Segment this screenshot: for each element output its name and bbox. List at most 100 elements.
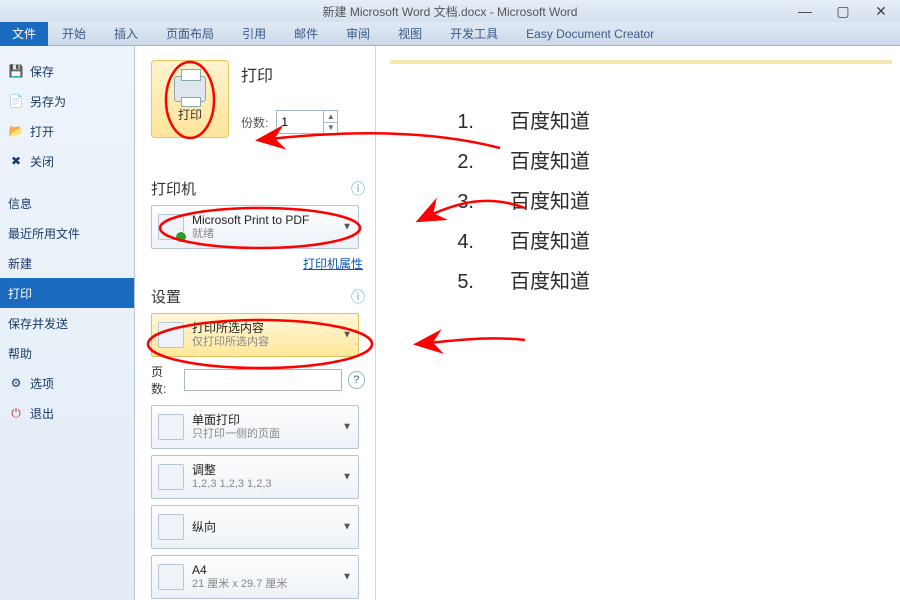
nav-savesend-label: 保存并发送 [8,315,68,332]
ribbon-tabs: 文件 开始 插入 页面布局 引用 邮件 审阅 视图 开发工具 Easy Docu… [0,22,900,46]
print-scope-select[interactable]: 打印所选内容仅打印所选内容 ▼ [151,313,359,357]
info-icon-2[interactable]: ⓘ [351,287,365,307]
orient-title: 纵向 [192,520,216,534]
print-button-label: 打印 [178,106,202,123]
nav-saveas-label: 另存为 [30,93,66,110]
chevron-down-icon: ▼ [342,472,352,483]
nav-recent[interactable]: 最近所用文件 [0,218,134,248]
save-icon: 💾 [8,63,24,79]
copies-input[interactable] [277,111,323,133]
nav-open-label: 打开 [30,123,54,140]
nav-exit-label: 退出 [30,405,54,422]
copies-label: 份数: [241,114,268,131]
nav-open[interactable]: 📂 打开 [0,116,134,146]
close-button[interactable]: ✕ [862,0,900,22]
open-icon: 📂 [8,123,24,139]
nav-savesend[interactable]: 保存并发送 [0,308,134,338]
nav-print[interactable]: 打印 [0,278,134,308]
nav-close-label: 关闭 [30,153,54,170]
info-icon[interactable]: ⓘ [351,179,365,199]
tab-mail[interactable]: 邮件 [280,21,332,46]
nav-new-label: 新建 [8,255,32,272]
copies-up[interactable]: ▲ [323,111,337,123]
list-item: 3.百度知道 [446,182,590,222]
document-content: 1.百度知道 2.百度知道 3.百度知道 4.百度知道 5.百度知道 [446,102,590,302]
list-item: 5.百度知道 [446,262,590,302]
paper-size-select[interactable]: A421 厘米 x 29.7 厘米 ▼ [151,555,359,599]
nav-info-label: 信息 [8,195,32,212]
tab-file[interactable]: 文件 [0,22,48,46]
saveas-icon: 📄 [8,93,24,109]
chevron-down-icon: ▼ [342,522,352,533]
tab-insert[interactable]: 插入 [100,21,152,46]
nav-print-label: 打印 [8,285,32,302]
backstage-nav: 💾 保存 📄 另存为 📂 打开 ✖ 关闭 信息 最近所用文件 新建 打印 保存并发送 帮… [0,46,135,600]
printer-select[interactable]: Microsoft Print to PDF就绪 ▼ [151,205,359,249]
window-title: 新建 Microsoft Word 文档.docx - Microsoft Wo… [323,3,578,20]
collate-sub: 1,2,3 1,2,3 1,2,3 [192,478,272,491]
printer-device-icon [158,214,184,240]
tab-view[interactable]: 视图 [384,21,436,46]
title-bar: 新建 Microsoft Word 文档.docx - Microsoft Wo… [0,0,900,22]
nav-saveas[interactable]: 📄 另存为 [0,86,134,116]
nav-help[interactable]: 帮助 [0,338,134,368]
nav-info[interactable]: 信息 [0,188,134,218]
nav-close[interactable]: ✖ 关闭 [0,146,134,176]
tab-pagelayout[interactable]: 页面布局 [152,21,228,46]
minimize-button[interactable]: — [786,0,824,22]
options-icon: ⚙ [8,375,24,391]
printer-status: 就绪 [192,228,309,241]
printer-properties-link[interactable]: 打印机属性 [151,255,363,272]
exit-icon: ⏻ [8,405,24,421]
nav-options[interactable]: ⚙ 选项 [0,368,134,398]
pages-input[interactable] [184,369,342,391]
scope-sub: 仅打印所选内容 [192,336,269,349]
pages-row: 页数: ? [151,363,365,397]
print-preview: 1.百度知道 2.百度知道 3.百度知道 4.百度知道 5.百度知道 [375,46,900,600]
print-button[interactable]: 打印 [151,60,229,138]
copies-down[interactable]: ▼ [323,123,337,134]
settings-header: 设置ⓘ [151,286,365,307]
print-title: 打印 [241,62,273,86]
nav-recent-label: 最近所用文件 [8,225,80,242]
window-controls: — ▢ ✕ [786,0,900,22]
pages-label: 页数: [151,363,178,397]
paper-size-icon [158,564,184,590]
close-file-icon: ✖ [8,153,24,169]
collate-select[interactable]: 调整1,2,3 1,2,3 1,2,3 ▼ [151,455,359,499]
preview-page-edge [390,60,892,66]
nav-save-label: 保存 [30,63,54,80]
maximize-button[interactable]: ▢ [824,0,862,22]
side-select[interactable]: 单面打印只打印一侧的页面 ▼ [151,405,359,449]
copies-stepper[interactable]: ▲▼ [276,110,338,134]
side-sub: 只打印一侧的页面 [192,428,280,441]
copies-row: 份数: ▲▼ [241,110,338,134]
nav-new[interactable]: 新建 [0,248,134,278]
printer-icon [174,76,206,102]
orientation-select[interactable]: 纵向 ▼ [151,505,359,549]
collate-title: 调整 [192,463,272,477]
backstage: 💾 保存 📄 另存为 📂 打开 ✖ 关闭 信息 最近所用文件 新建 打印 保存并发送 帮… [0,46,900,600]
page-selection-icon [158,322,184,348]
scope-title: 打印所选内容 [192,321,269,335]
list-item: 4.百度知道 [446,222,590,262]
print-panel: 打印 打印 份数: ▲▼ 打印机ⓘ Microsoft Print to PDF… [135,46,375,600]
nav-help-label: 帮助 [8,345,32,362]
list-item: 2.百度知道 [446,142,590,182]
list-item: 1.百度知道 [446,102,590,142]
tab-devtools[interactable]: 开发工具 [436,21,512,46]
nav-options-label: 选项 [30,375,54,392]
printer-name: Microsoft Print to PDF [192,213,309,227]
chevron-down-icon: ▼ [342,572,352,583]
tab-home[interactable]: 开始 [48,21,100,46]
help-icon[interactable]: ? [348,371,366,389]
chevron-down-icon: ▼ [342,422,352,433]
nav-exit[interactable]: ⏻ 退出 [0,398,134,428]
single-side-icon [158,414,184,440]
nav-save[interactable]: 💾 保存 [0,56,134,86]
tab-references[interactable]: 引用 [228,21,280,46]
paper-title: A4 [192,563,287,577]
tab-review[interactable]: 审阅 [332,21,384,46]
tab-easydoc[interactable]: Easy Document Creator [512,23,668,45]
paper-sub: 21 厘米 x 29.7 厘米 [192,578,287,591]
